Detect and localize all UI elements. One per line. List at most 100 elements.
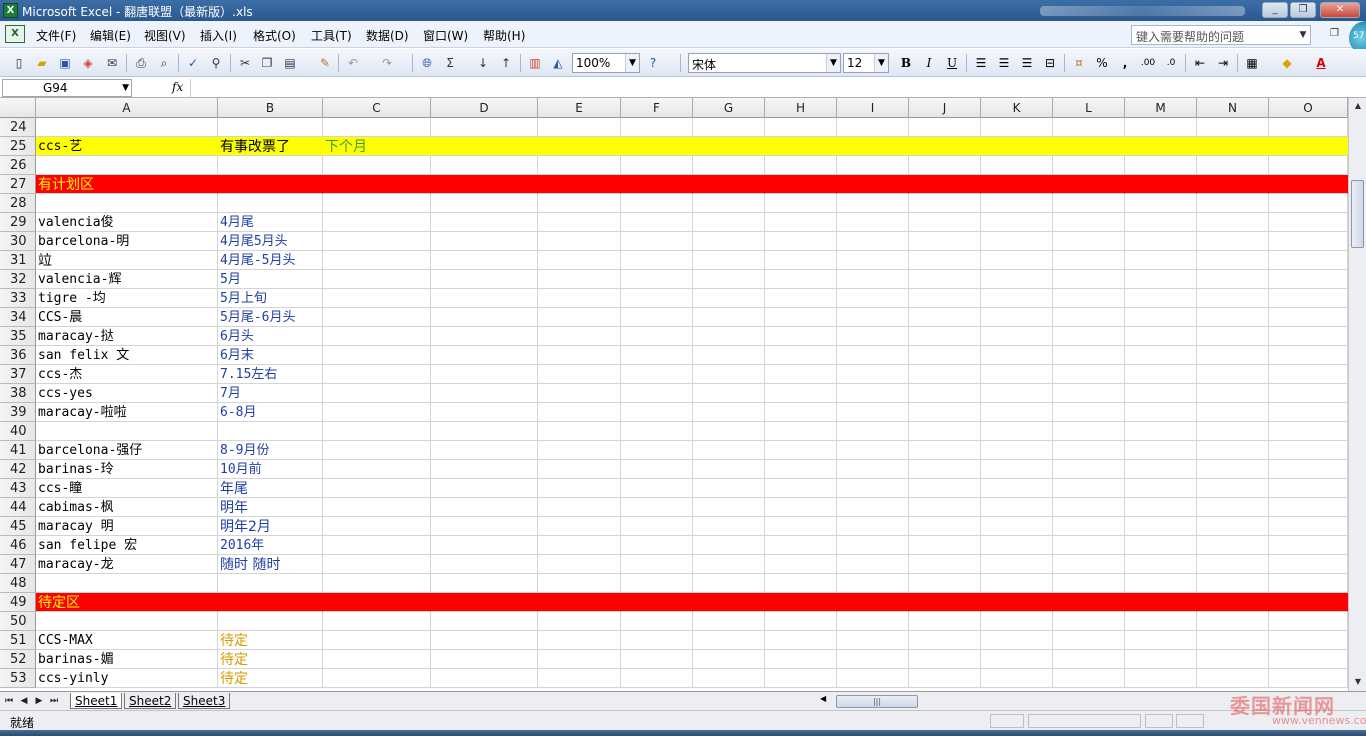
zoom-select[interactable]: 100% ▼ [572,53,640,73]
cell-h30[interactable] [765,232,837,251]
chevron-down-icon[interactable]: ▼ [874,54,888,72]
cell-o31[interactable] [1269,251,1348,270]
cell-n38[interactable] [1197,384,1269,403]
cell-a53[interactable]: ccs-yinly [36,669,218,688]
cell-n42[interactable] [1197,460,1269,479]
cell-a39[interactable]: maracay-啦啦 [36,403,218,422]
cell-j51[interactable] [909,631,981,650]
cell-h28[interactable] [765,194,837,213]
cell-c33[interactable] [323,289,431,308]
cell-b38[interactable]: 7月 [218,384,323,403]
cell-g53[interactable] [693,669,765,688]
cell-f43[interactable] [621,479,693,498]
prev-sheet-icon[interactable]: ◀ [18,694,30,708]
cell-i40[interactable] [837,422,909,441]
cell-h43[interactable] [765,479,837,498]
cell-l46[interactable] [1053,536,1125,555]
cell-d30[interactable] [431,232,538,251]
cell-c45[interactable] [323,517,431,536]
underline-button[interactable]: U [943,54,961,72]
cell-m28[interactable] [1125,194,1197,213]
cell-e46[interactable] [538,536,621,555]
cell-d27[interactable] [431,175,538,194]
row-header[interactable]: 39 [0,403,36,422]
cell-o28[interactable] [1269,194,1348,213]
row-header[interactable]: 47 [0,555,36,574]
cell-e50[interactable] [538,612,621,631]
chevron-down-icon[interactable]: ▼ [122,80,129,96]
autosum-icon[interactable]: Σ [441,54,459,72]
tab-sheet3[interactable]: Sheet3 [178,693,231,709]
cell-i26[interactable] [837,156,909,175]
cell-o42[interactable] [1269,460,1348,479]
copy-icon[interactable]: ❐ [258,54,276,72]
cell-j26[interactable] [909,156,981,175]
cell-f53[interactable] [621,669,693,688]
cell-l36[interactable] [1053,346,1125,365]
cell-m24[interactable] [1125,118,1197,137]
cell-g25[interactable] [693,137,765,156]
cell-g43[interactable] [693,479,765,498]
email-icon[interactable]: ✉ [103,54,121,72]
cell-l31[interactable] [1053,251,1125,270]
cell-o25[interactable] [1269,137,1348,156]
cell-g26[interactable] [693,156,765,175]
cell-d28[interactable] [431,194,538,213]
cell-b48[interactable] [218,574,323,593]
cell-d34[interactable] [431,308,538,327]
cell-d48[interactable] [431,574,538,593]
row-header[interactable]: 36 [0,346,36,365]
cell-h26[interactable] [765,156,837,175]
cell-e49[interactable] [538,593,621,612]
cell-l38[interactable] [1053,384,1125,403]
cell-d49[interactable] [431,593,538,612]
row-header[interactable]: 24 [0,118,36,137]
menu-file[interactable]: 文件(F) [36,27,76,44]
cell-i51[interactable] [837,631,909,650]
cell-o40[interactable] [1269,422,1348,441]
cell-o26[interactable] [1269,156,1348,175]
cell-m39[interactable] [1125,403,1197,422]
cell-o47[interactable] [1269,555,1348,574]
cell-a49[interactable]: 待定区 [36,593,218,612]
cell-k48[interactable] [981,574,1053,593]
column-header-c[interactable]: C [323,98,431,118]
cell-e40[interactable] [538,422,621,441]
cell-n44[interactable] [1197,498,1269,517]
cell-b29[interactable]: 4月尾 [218,213,323,232]
column-header-k[interactable]: K [981,98,1053,118]
cell-e48[interactable] [538,574,621,593]
cell-n39[interactable] [1197,403,1269,422]
row-header[interactable]: 38 [0,384,36,403]
cell-m33[interactable] [1125,289,1197,308]
cell-a25[interactable]: ccs-艺 [36,137,218,156]
column-header-e[interactable]: E [538,98,621,118]
cell-m48[interactable] [1125,574,1197,593]
row-header[interactable]: 44 [0,498,36,517]
cell-i47[interactable] [837,555,909,574]
cell-f36[interactable] [621,346,693,365]
cell-b47[interactable]: 随时 随时 [218,555,323,574]
row-header[interactable]: 51 [0,631,36,650]
sort-ascending-icon[interactable]: ↓ [474,54,492,72]
cell-i46[interactable] [837,536,909,555]
cell-h50[interactable] [765,612,837,631]
redo-icon[interactable]: ↷ [378,54,396,72]
align-left-icon[interactable]: ☰ [972,54,990,72]
cell-g34[interactable] [693,308,765,327]
cell-m26[interactable] [1125,156,1197,175]
cell-m35[interactable] [1125,327,1197,346]
cell-g35[interactable] [693,327,765,346]
cell-d50[interactable] [431,612,538,631]
cell-j34[interactable] [909,308,981,327]
cell-g40[interactable] [693,422,765,441]
cell-l52[interactable] [1053,650,1125,669]
cell-f24[interactable] [621,118,693,137]
cell-g51[interactable] [693,631,765,650]
cell-k31[interactable] [981,251,1053,270]
minimize-button[interactable]: _ [1262,2,1288,18]
cell-a32[interactable]: valencia-辉 [36,270,218,289]
cell-i44[interactable] [837,498,909,517]
cell-f25[interactable] [621,137,693,156]
row-header[interactable]: 28 [0,194,36,213]
